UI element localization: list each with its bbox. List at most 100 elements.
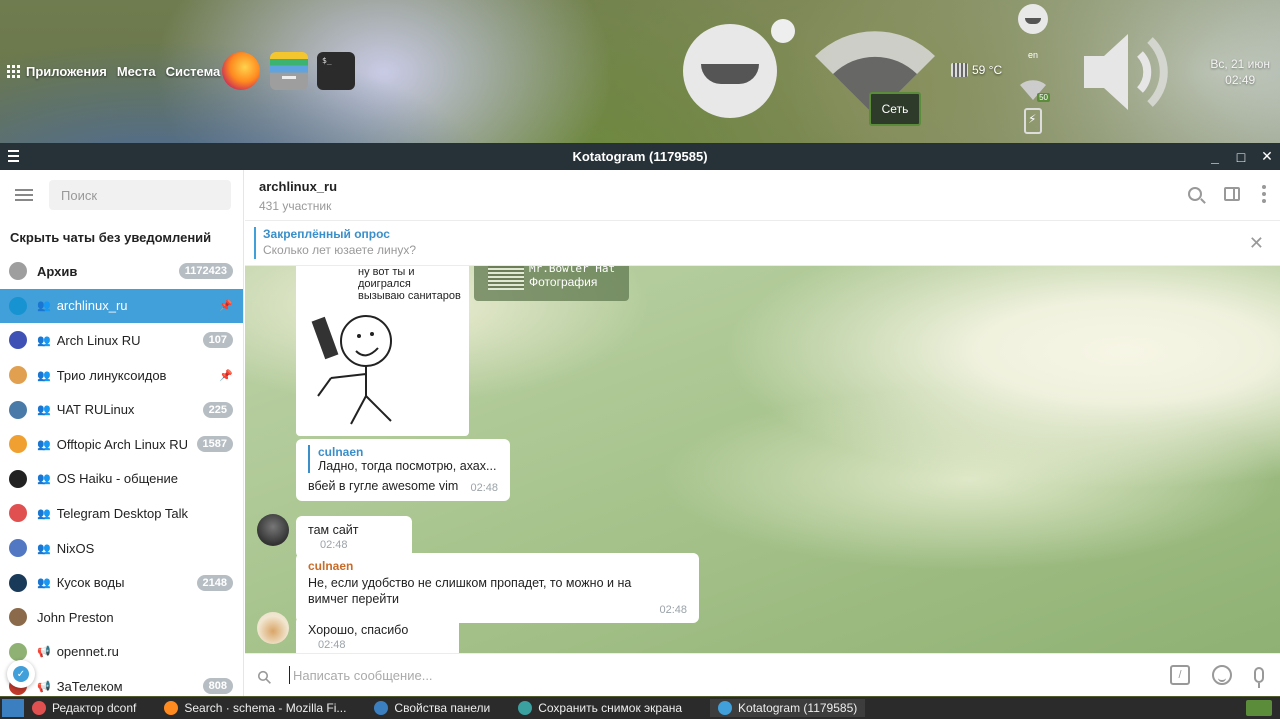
message-text: Хорошо, спасибо [308,623,409,637]
chat-list-item[interactable]: 👥 ЧАТ RULinux 225 [0,392,243,427]
menu-system[interactable]: Система [166,64,221,79]
mustache-small-icon[interactable] [1018,4,1048,34]
network-badge[interactable]: Сеть [869,92,921,126]
chat-list-item[interactable]: 👥 Offtopic Arch Linux RU 1587 [0,427,243,462]
chat-name: archlinux_ru [56,298,128,314]
pinned-accent-line [254,227,256,259]
group-icon: 👥 [37,333,51,347]
main-menu-icon[interactable] [15,186,33,204]
show-desktop-icon[interactable] [2,699,24,717]
mustache-applet-icon[interactable] [683,24,777,118]
stickman-drawing [311,315,392,425]
chat-avatar [9,366,27,385]
group-icon: 👥 [37,506,51,520]
notification-dot-icon [771,19,795,43]
group-icon: 👥 [37,472,51,486]
more-options-icon[interactable] [1262,185,1266,203]
close-button[interactable]: ✕ [1260,148,1274,165]
search-icon[interactable] [1188,187,1202,201]
chat-list-item[interactable]: 👥 NixOS [0,531,243,566]
tray-column: en 50 [1015,4,1051,134]
battery-icon[interactable] [1024,108,1042,134]
message-history[interactable]: ну вот ты и доигрался вызываю санитаров … [245,266,1280,654]
reply-card-type: Фотография [529,275,598,289]
chat-name: Трио линуксоидов [56,367,167,383]
firefox-launcher-icon[interactable] [222,52,260,90]
group-icon: 👥 [37,403,51,417]
chat-list-item[interactable]: 📢 opennet.ru [0,635,243,670]
chat-header[interactable]: archlinux_ru 431 участник [245,170,1280,221]
message-text: Не, если удобство не слишком пропадет, т… [308,576,632,606]
chat-name: Arch Linux RU [56,332,141,348]
unread-badge: 1587 [196,436,233,453]
cpu-temp-value: 59 °C [972,63,1003,77]
chat-list-item[interactable]: 📢 ЗаТелеком 808 [0,669,243,696]
clock[interactable]: Вс, 21 июн 02:49 [1210,56,1270,88]
message-input[interactable]: Написать сообщение... [289,666,1170,684]
minimize-button[interactable]: _ [1208,149,1222,165]
maximize-button[interactable]: □ [1234,149,1248,165]
message-bubble[interactable]: Хорошо, спасибо 02:48 [296,616,459,654]
window-titlebar[interactable]: Kotatogram (1179585) _ □ ✕ [0,143,1280,170]
message-bubble[interactable]: там сайт 02:48 [296,516,412,558]
message-author: culnaen [308,559,354,573]
unread-badge: 225 [202,401,233,418]
wifi-small-icon[interactable]: 50 [1018,76,1050,102]
chat-list-item[interactable]: 👥 Трио линуксоидов 📌 [0,358,243,393]
chat-list-item[interactable]: 👥 Telegram Desktop Talk [0,496,243,531]
unread-badge: 2148 [196,574,233,591]
pinned-message-bar[interactable]: Закреплённый опрос Сколько лет юзаете ли… [245,221,1280,266]
message-bubble[interactable]: culnaen Ладно, тогда посмотрю, ахах... в… [296,439,510,501]
chat-name: ЗаТелеком [56,678,123,694]
kotatogram-window: Kotatogram (1179585) _ □ ✕ Поиск Скрыть … [0,143,1280,696]
tray-indicator-icon[interactable] [1246,700,1272,716]
chat-name: ЧАТ RULinux [56,402,135,418]
file-manager-launcher-icon[interactable] [270,52,308,90]
taskbar-item-label: Свойства панели [394,701,491,715]
emoji-icon[interactable] [1212,665,1232,685]
message-bubble[interactable]: culnaen Не, если удобство не слишком про… [296,553,699,623]
message-time: 02:48 [470,482,498,494]
shield-button[interactable]: ✓ [7,660,35,688]
bottom-taskbar: Редактор dconf Search · schema - Mozilla … [0,697,1280,719]
chat-avatar [9,296,27,315]
terminal-launcher-icon[interactable]: $_ [317,52,355,90]
attach-icon[interactable]: ⚲ [253,661,281,689]
avatar[interactable] [257,514,289,546]
menu-places[interactable]: Места [117,64,156,79]
window-menu-icon[interactable] [8,150,19,165]
chat-list-item[interactable]: 👥 Arch Linux RU 107 [0,323,243,358]
window-controls: _ □ ✕ [1208,143,1274,170]
volume-icon[interactable] [1084,30,1174,114]
close-pinned-icon[interactable]: ✕ [1249,233,1264,254]
search-input[interactable]: Поиск [49,180,231,210]
microphone-icon[interactable] [1254,667,1264,688]
sidebar-toggle-icon[interactable] [1224,187,1240,201]
chat-list-item[interactable]: 👥 archlinux_ru 📌 [0,288,243,324]
reply-photo-card[interactable]: Mr.Bowler Hat Фотография [474,266,629,301]
taskbar-item[interactable]: Свойства панели [374,701,490,715]
cpu-temperature[interactable]: 59 °C [951,63,1002,77]
chat-list-item[interactable]: 👥 Кусок воды 2148 [0,565,243,600]
bot-command-icon[interactable]: / [1170,665,1190,685]
message-quote[interactable]: culnaen Ладно, тогда посмотрю, ахах... [308,445,498,473]
chat-list-item[interactable]: Архив 1172423 [0,254,243,289]
taskbar-item[interactable]: Kotatogram (1179585) [710,699,866,717]
app-icon [164,701,179,715]
menu-applications[interactable]: Приложения [26,64,107,79]
reply-card-name: Mr.Bowler Hat [529,266,616,275]
keyboard-layout[interactable]: en [1028,50,1038,60]
taskbar-item[interactable]: Search · schema - Mozilla Fi... [164,701,346,715]
chat-list-item[interactable]: 👥 OS Haiku - общение [0,462,243,497]
hide-muted-chats-button[interactable]: Скрыть чаты без уведомлений [0,220,243,254]
sidebar-header: Поиск [0,170,243,220]
sticker-message[interactable]: ну вот ты и доигрался вызываю санитаров [296,266,469,436]
chat-list-item[interactable]: John Preston [0,600,243,635]
message-text: там сайт [308,523,359,537]
window-title: Kotatogram (1179585) [572,149,708,164]
app-icon [518,701,533,715]
taskbar-item[interactable]: Редактор dconf [32,701,136,715]
apps-grid-icon[interactable] [7,65,20,78]
taskbar-item[interactable]: Сохранить снимок экрана [518,701,682,715]
avatar[interactable] [257,612,289,644]
